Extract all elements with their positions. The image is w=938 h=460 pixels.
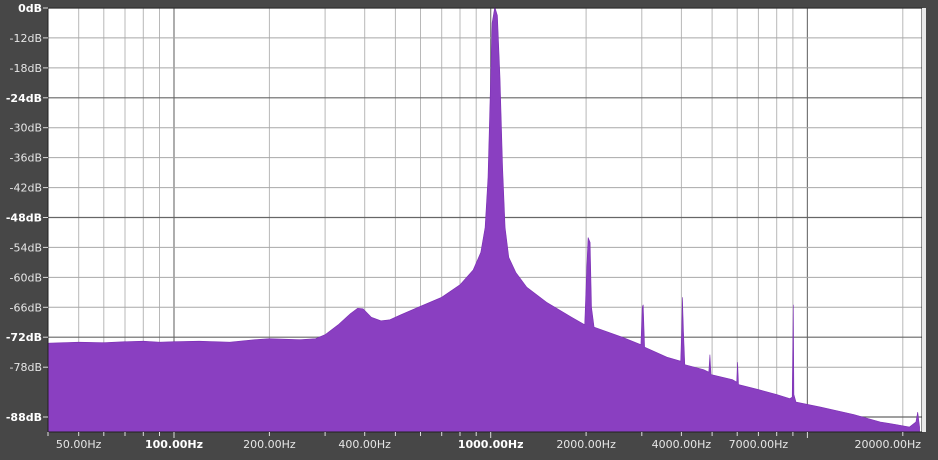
x-tick-label: 400.00Hz xyxy=(338,438,391,451)
y-tick-label: -30dB xyxy=(10,122,43,135)
y-tick-label: -72dB xyxy=(6,331,42,344)
y-tick-label: -78dB xyxy=(10,361,43,374)
y-tick-label: 0dB xyxy=(18,2,42,15)
y-tick-label: -12dB xyxy=(10,32,43,45)
spectrum-plot: 0dB -12dB -18dB -24dB -30dB -36dB -42dB -48dB -5… xyxy=(6,2,926,451)
y-tick-label: -36dB xyxy=(10,152,43,165)
y-tick-label: -24dB xyxy=(6,92,42,105)
x-tick-label: 100.00Hz xyxy=(145,438,203,451)
x-tick-label: 4000.00Hz xyxy=(652,438,712,451)
x-tick-label: 7000.00Hz xyxy=(729,438,789,451)
right-scrollbar[interactable] xyxy=(922,8,926,432)
y-tick-label: -48dB xyxy=(6,212,42,225)
y-tick-label: -60dB xyxy=(10,271,43,284)
y-tick-label: -18dB xyxy=(10,62,43,75)
y-axis-labels: 0dB -12dB -18dB -24dB -30dB -36dB -42dB -48dB -5… xyxy=(6,2,48,424)
y-tick-label: -42dB xyxy=(10,182,43,195)
x-axis-labels: 50.00Hz 100.00Hz 200.00Hz 400.00Hz 1000.00Hz… xyxy=(47,432,921,451)
y-tick-label: -54dB xyxy=(10,241,43,254)
x-tick-label: 200.00Hz xyxy=(243,438,296,451)
x-tick-label: 20000.00Hz xyxy=(854,438,921,451)
y-tick-label: -66dB xyxy=(10,301,43,314)
x-tick-label: 1000.00Hz xyxy=(458,438,524,451)
x-tick-label: 2000.00Hz xyxy=(556,438,616,451)
y-tick-label: -88dB xyxy=(6,411,42,424)
x-tick-label: 50.00Hz xyxy=(56,438,102,451)
